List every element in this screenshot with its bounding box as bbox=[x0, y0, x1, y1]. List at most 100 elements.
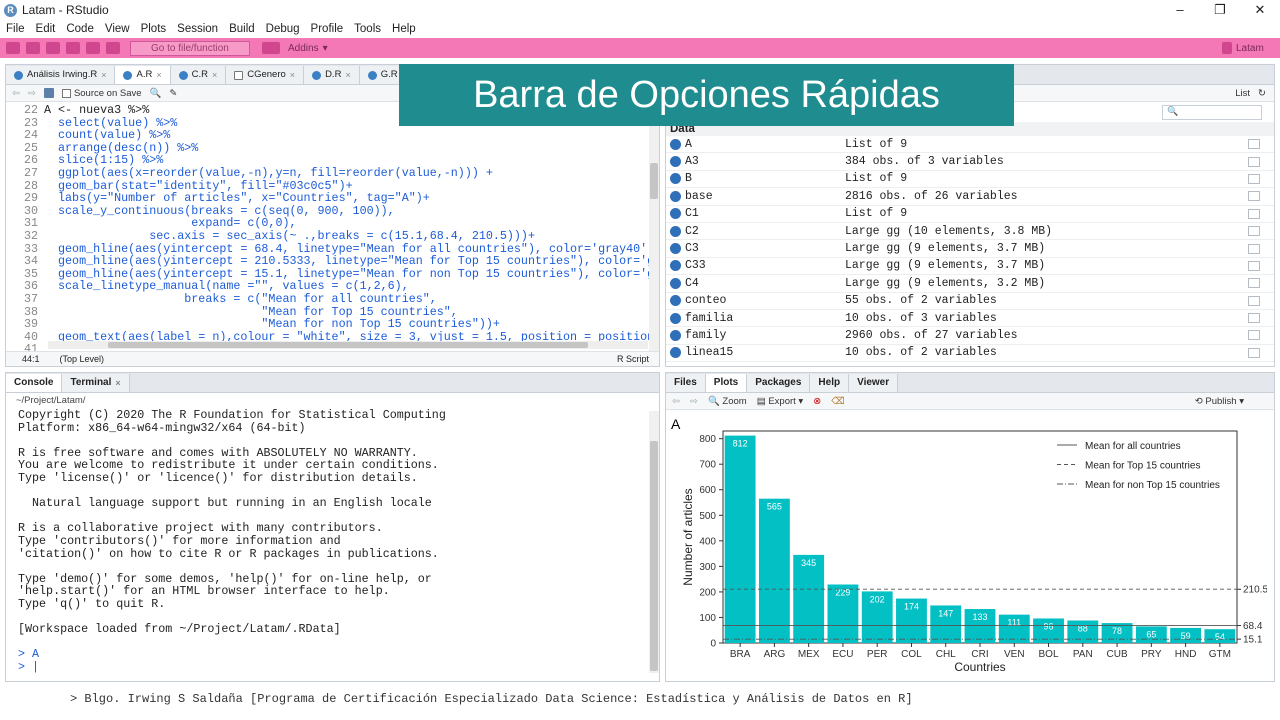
view-data-icon[interactable] bbox=[1248, 260, 1260, 271]
expand-icon[interactable] bbox=[670, 173, 681, 185]
view-data-icon[interactable] bbox=[1248, 139, 1260, 150]
tab-console[interactable]: Console bbox=[6, 373, 63, 392]
close-icon[interactable]: × bbox=[101, 66, 106, 84]
expand-icon[interactable] bbox=[670, 208, 681, 220]
expand-icon[interactable] bbox=[670, 312, 681, 324]
print-icon[interactable] bbox=[106, 42, 120, 54]
open-file-icon[interactable] bbox=[46, 42, 60, 54]
tab-d-r[interactable]: D.R × bbox=[304, 66, 360, 84]
env-row[interactable]: C33 Large gg (9 elements, 3.7 MB) bbox=[666, 258, 1274, 276]
expand-icon[interactable] bbox=[670, 190, 681, 202]
new-file-icon[interactable] bbox=[6, 42, 20, 54]
view-data-icon[interactable] bbox=[1248, 208, 1260, 219]
export-button[interactable]: ▤ Export ▾ bbox=[757, 396, 804, 407]
env-row[interactable]: family 2960 obs. of 27 variables bbox=[666, 327, 1274, 345]
tab-terminal[interactable]: Terminal × bbox=[62, 373, 130, 392]
view-data-icon[interactable] bbox=[1248, 313, 1260, 324]
menu-edit[interactable]: Edit bbox=[30, 23, 61, 35]
expand-icon[interactable] bbox=[670, 138, 681, 150]
tab-help[interactable]: Help bbox=[810, 373, 850, 392]
menu-debug[interactable]: Debug bbox=[260, 23, 305, 35]
scroll-thumb[interactable] bbox=[650, 441, 658, 671]
menu-tools[interactable]: Tools bbox=[348, 23, 386, 35]
view-data-icon[interactable] bbox=[1248, 347, 1260, 358]
search-icon[interactable]: 🔍 bbox=[150, 88, 162, 99]
close-icon[interactable]: × bbox=[212, 66, 217, 84]
menu-view[interactable]: View bbox=[99, 23, 135, 35]
console-input[interactable]: > | bbox=[6, 661, 659, 674]
tab-c-r[interactable]: C.R × bbox=[170, 66, 227, 84]
close-button[interactable]: ✕ bbox=[1240, 0, 1280, 20]
tab-packages[interactable]: Packages bbox=[747, 373, 811, 392]
project-menu[interactable]: Latam bbox=[1222, 42, 1264, 54]
env-row[interactable]: conteo 55 obs. of 2 variables bbox=[666, 293, 1274, 310]
wand-icon[interactable]: ✎ bbox=[169, 88, 177, 99]
back-arrow-icon[interactable]: ⇦ bbox=[12, 88, 20, 99]
scroll-thumb[interactable] bbox=[650, 163, 658, 199]
env-row[interactable]: C3 Large gg (9 elements, 3.7 MB) bbox=[666, 240, 1274, 258]
h-scroll-thumb[interactable] bbox=[108, 342, 588, 348]
env-row[interactable]: C4 Large gg (9 elements, 3.2 MB) bbox=[666, 275, 1274, 293]
menu-help[interactable]: Help bbox=[386, 23, 421, 35]
expand-icon[interactable] bbox=[670, 329, 681, 341]
console-scrollbar[interactable] bbox=[649, 411, 659, 673]
view-data-icon[interactable] bbox=[1248, 226, 1260, 237]
expand-icon[interactable] bbox=[670, 347, 681, 359]
view-data-icon[interactable] bbox=[1248, 191, 1260, 202]
maximize-button[interactable]: ❐ bbox=[1200, 0, 1240, 20]
expand-icon[interactable] bbox=[670, 225, 681, 237]
menu-plots[interactable]: Plots bbox=[135, 23, 172, 35]
env-row[interactable]: base 2816 obs. of 26 variables bbox=[666, 188, 1274, 206]
horizontal-scrollbar[interactable] bbox=[48, 341, 648, 349]
close-icon[interactable]: × bbox=[345, 66, 350, 84]
forward-arrow-icon[interactable]: ⇨ bbox=[690, 396, 698, 407]
expand-icon[interactable] bbox=[670, 260, 681, 272]
expand-icon[interactable] bbox=[670, 156, 681, 168]
view-data-icon[interactable] bbox=[1248, 330, 1260, 341]
save-icon[interactable] bbox=[66, 42, 80, 54]
env-row[interactable]: familia 10 obs. of 3 variables bbox=[666, 310, 1274, 328]
view-data-icon[interactable] bbox=[1248, 243, 1260, 254]
menu-session[interactable]: Session bbox=[171, 23, 223, 35]
file-type-selector[interactable]: R Script bbox=[617, 354, 649, 364]
menu-file[interactable]: File bbox=[0, 23, 30, 35]
tab-cgenero[interactable]: CGenero × bbox=[226, 66, 305, 84]
save-all-icon[interactable] bbox=[86, 42, 100, 54]
tab-a-r[interactable]: A.R × bbox=[115, 66, 171, 84]
view-data-icon[interactable] bbox=[1248, 278, 1260, 289]
refresh-icon[interactable]: ↻ bbox=[1258, 88, 1266, 99]
view-data-icon[interactable] bbox=[1248, 156, 1260, 167]
broom-icon[interactable]: ⌫ bbox=[831, 396, 844, 407]
remove-plot-icon[interactable]: ⊗ bbox=[813, 396, 821, 407]
menu-profile[interactable]: Profile bbox=[305, 23, 349, 35]
view-data-icon[interactable] bbox=[1248, 173, 1260, 184]
save-file-icon[interactable] bbox=[43, 88, 54, 98]
minimize-button[interactable]: – bbox=[1160, 0, 1200, 20]
env-search-input[interactable]: 🔍 bbox=[1162, 104, 1262, 120]
addins-menu[interactable]: Addins bbox=[288, 43, 319, 54]
source-on-save-checkbox[interactable]: Source on Save bbox=[61, 88, 142, 99]
editor-scrollbar[interactable] bbox=[649, 103, 659, 351]
env-row[interactable]: B List of 9 bbox=[666, 171, 1274, 189]
env-row[interactable]: A List of 9 bbox=[666, 136, 1274, 154]
forward-arrow-icon[interactable]: ⇨ bbox=[28, 88, 36, 99]
prompt-line-2[interactable]: > | bbox=[18, 660, 39, 674]
code-area[interactable]: 22 A <- nueva3 %>% 23 select(value) %>% 24 … bbox=[6, 102, 659, 356]
expand-icon[interactable] bbox=[670, 277, 681, 289]
env-row[interactable]: C2 Large gg (10 elements, 3.8 MB) bbox=[666, 223, 1274, 241]
close-icon[interactable]: × bbox=[156, 66, 161, 84]
env-row[interactable]: C1 List of 9 bbox=[666, 206, 1274, 223]
new-project-icon[interactable] bbox=[26, 42, 40, 54]
menu-code[interactable]: Code bbox=[60, 23, 99, 35]
tab-plots[interactable]: Plots bbox=[705, 373, 748, 392]
grid-layout-icon[interactable] bbox=[262, 42, 280, 54]
scope-selector[interactable]: (Top Level) bbox=[60, 354, 105, 364]
view-data-icon[interactable] bbox=[1248, 295, 1260, 306]
tab-files[interactable]: Files bbox=[666, 373, 706, 392]
expand-icon[interactable] bbox=[670, 243, 681, 255]
close-icon[interactable]: × bbox=[290, 66, 295, 84]
list-view-selector[interactable]: List bbox=[1235, 88, 1250, 99]
env-row[interactable]: A3 384 obs. of 3 variables bbox=[666, 153, 1274, 171]
publish-button[interactable]: ⟲ Publish ▾ bbox=[1195, 396, 1244, 407]
back-arrow-icon[interactable]: ⇦ bbox=[672, 396, 680, 407]
